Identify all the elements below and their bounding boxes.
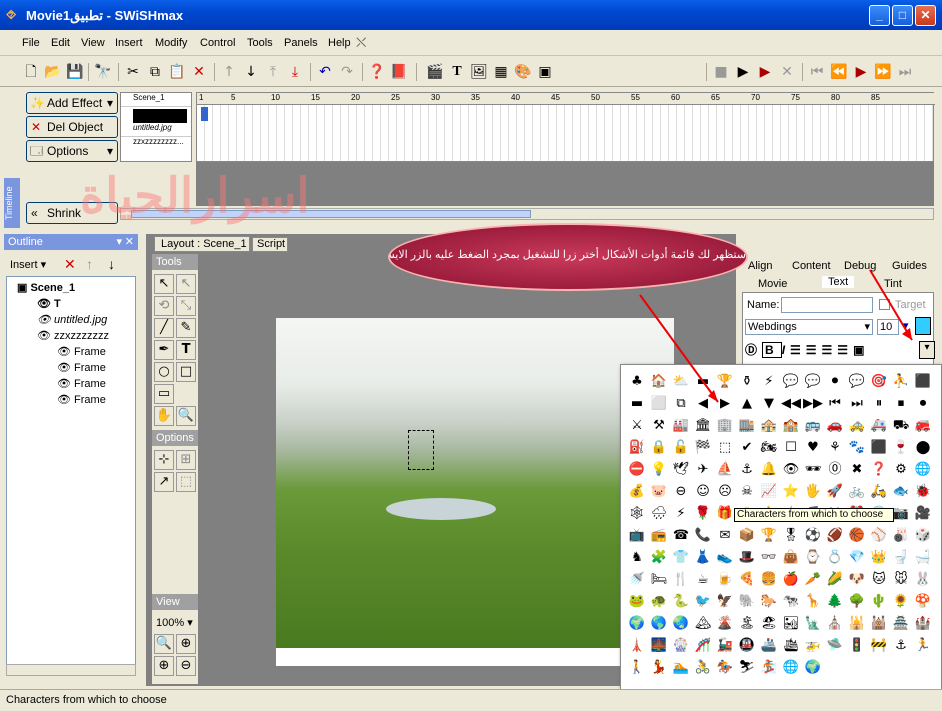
arrow-line [639,294,719,403]
annotation-arrows [639,269,913,403]
watermark-logo: اسرارالحياة [80,170,310,223]
status-bar: Characters from which to choose [0,689,942,711]
arrow-line [869,269,913,341]
